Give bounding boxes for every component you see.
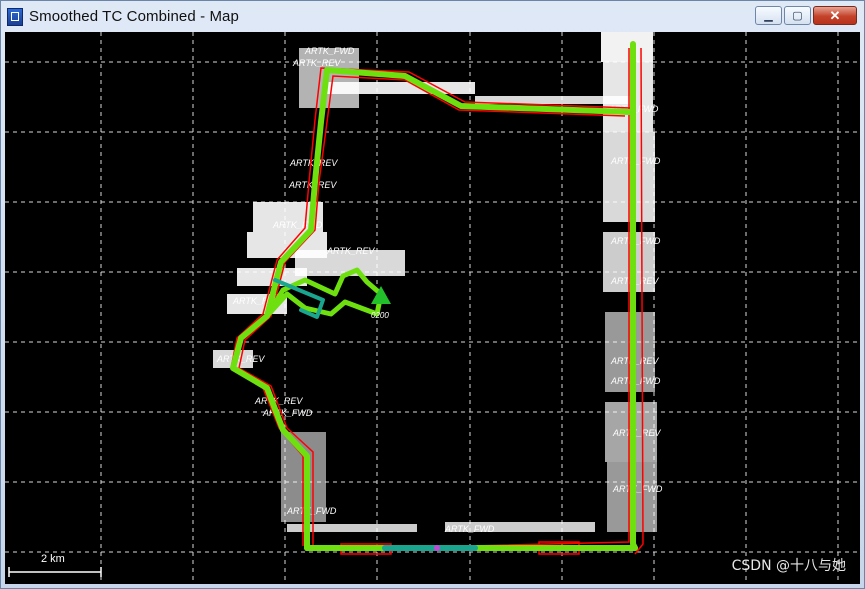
maximize-icon: ▢ bbox=[792, 10, 803, 22]
window-title: Smoothed TC Combined - Map bbox=[29, 8, 239, 25]
track-label-fwd: ARTK_FWD bbox=[612, 484, 663, 494]
map-svg[interactable]: ARTK_FWD ARTK_REV ARTK_REV ARTK_REV ARTK… bbox=[5, 32, 860, 584]
track-label-fwd: ARTK_FWD bbox=[444, 524, 495, 534]
close-icon: ✕ bbox=[829, 7, 841, 23]
track-label-fwd: ARTK_FWD bbox=[262, 408, 313, 418]
route-marker bbox=[434, 545, 440, 551]
start-label: 0200 bbox=[371, 311, 389, 320]
scale-label: 2 km bbox=[41, 553, 65, 565]
close-button[interactable]: ✕ bbox=[813, 6, 857, 25]
track-label-rev: ARTK_REV bbox=[612, 428, 661, 438]
map-grid bbox=[5, 32, 860, 584]
watermark: CSDN @十八与她 bbox=[731, 558, 846, 574]
map-window-icon[interactable] bbox=[7, 7, 23, 26]
minimize-icon: ▁ bbox=[764, 10, 773, 22]
scale-bar: 2 km bbox=[8, 553, 102, 577]
window-controls: ▁ ▢ ✕ bbox=[755, 6, 857, 25]
maximize-button[interactable]: ▢ bbox=[784, 6, 811, 25]
map-window: Smoothed TC Combined - Map ▁ ▢ ✕ ARTK_FW… bbox=[0, 0, 865, 589]
route-segment-east bbox=[630, 41, 638, 551]
title-bar[interactable]: Smoothed TC Combined - Map ▁ ▢ ✕ bbox=[1, 1, 864, 32]
track-label-rev: ARTK_REV bbox=[292, 58, 341, 68]
track-label-fwd: ARTK_FWD bbox=[286, 506, 337, 516]
track-label-fwd: ARTK_FWD bbox=[304, 46, 355, 56]
minimize-button[interactable]: ▁ bbox=[755, 6, 782, 25]
map-canvas[interactable]: ARTK_FWD ARTK_REV ARTK_REV ARTK_REV ARTK… bbox=[5, 32, 860, 584]
track-label-rev: ARTK_REV bbox=[326, 246, 375, 256]
